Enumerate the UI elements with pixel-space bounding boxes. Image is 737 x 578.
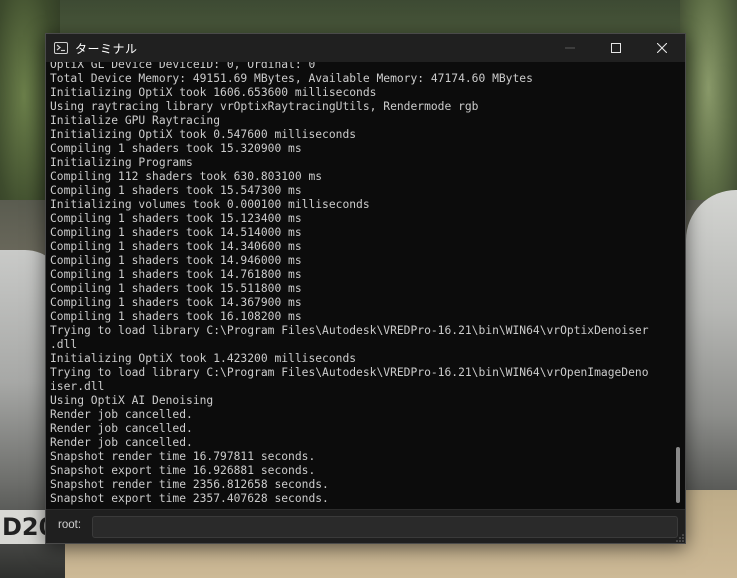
- maximize-icon: [611, 43, 621, 53]
- console-line: Trying to load library C:\Program Files\…: [50, 366, 649, 379]
- background-license-plate: D20: [0, 510, 48, 544]
- console-line: Render job cancelled.: [50, 422, 193, 435]
- maximize-button[interactable]: [593, 34, 639, 62]
- console-line: Render job cancelled.: [50, 408, 193, 421]
- console-line: Trying to load library C:\Program Files\…: [50, 324, 649, 337]
- console-line: Total Device Memory: 49151.69 MBytes, Av…: [50, 72, 533, 85]
- console-line: Compiling 1 shaders took 15.547300 ms: [50, 184, 302, 197]
- minimize-icon: [565, 47, 575, 49]
- console-line: Compiling 112 shaders took 630.803100 ms: [50, 170, 323, 183]
- console-line: Initializing volumes took 0.000100 milli…: [50, 198, 370, 211]
- console-line: OptiX GL Device DeviceID: 0, Ordinal: 0: [50, 62, 316, 71]
- console-line: .dll: [50, 338, 78, 351]
- console-line: Snapshot export time 16.926881 seconds.: [50, 464, 316, 477]
- background-tree-right: [680, 0, 737, 220]
- window-title: ターミナル: [75, 41, 138, 56]
- vertical-scrollbar[interactable]: [673, 62, 683, 508]
- console-line: Initializing OptiX took 1.423200 millise…: [50, 352, 357, 365]
- console-line: Compiling 1 shaders took 16.108200 ms: [50, 310, 302, 323]
- console-line: Compiling 1 shaders took 15.320900 ms: [50, 142, 302, 155]
- resize-grip-icon[interactable]: [676, 534, 684, 542]
- console-line: Compiling 1 shaders took 14.761800 ms: [50, 268, 302, 281]
- title-bar[interactable]: ターミナル: [46, 34, 685, 62]
- console-line: Compiling 1 shaders took 14.514000 ms: [50, 226, 302, 239]
- close-button[interactable]: [639, 34, 685, 62]
- console-line: Render job cancelled.: [50, 436, 193, 449]
- console-line: Compiling 1 shaders took 15.123400 ms: [50, 212, 302, 225]
- console-line: Compiling 1 shaders took 14.946000 ms: [50, 254, 302, 267]
- console-line: Using raytracing library vrOptixRaytraci…: [50, 100, 479, 113]
- minimize-button[interactable]: [547, 34, 593, 62]
- console-line: Using OptiX AI Denoising: [50, 394, 214, 407]
- console-line: Initializing OptiX took 0.547600 millise…: [50, 128, 357, 141]
- console-line: Snapshot render time 2356.812658 seconds…: [50, 478, 329, 491]
- command-input-bar: root:: [46, 509, 685, 543]
- console-line: Compiling 1 shaders took 14.367900 ms: [50, 296, 302, 309]
- console-line: Compiling 1 shaders took 15.511800 ms: [50, 282, 302, 295]
- scrollbar-thumb[interactable]: [676, 447, 680, 503]
- close-icon: [657, 43, 667, 53]
- console-line: Snapshot render time 16.797811 seconds.: [50, 450, 316, 463]
- console-line: Initialize GPU Raytracing: [50, 114, 221, 127]
- console-line: Initializing Programs: [50, 156, 193, 169]
- console-line: Snapshot export time 2357.407628 seconds…: [50, 492, 329, 505]
- command-input[interactable]: [92, 516, 678, 538]
- console-line: Initializing OptiX took 1606.653600 mill…: [50, 86, 377, 99]
- background-car-right: [686, 190, 737, 490]
- terminal-icon: [54, 42, 68, 54]
- input-prompt-label: root:: [58, 519, 82, 531]
- console-output[interactable]: OptiX GL Device DeviceID: 0, Ordinal: 0T…: [50, 62, 670, 506]
- console-line: Compiling 1 shaders took 14.340600 ms: [50, 240, 302, 253]
- terminal-window: ターミナル OptiX GL Device DeviceID: 0, Ordin…: [45, 33, 686, 544]
- console-line: iser.dll: [50, 380, 105, 393]
